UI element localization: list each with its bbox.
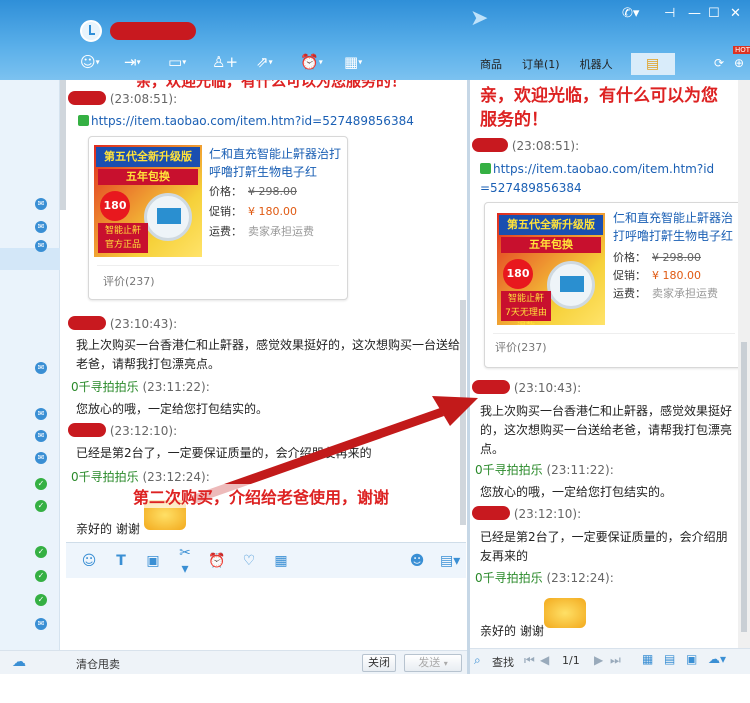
annotation-arrow — [190, 396, 478, 504]
annotation-text: 第二次购买，介绍给老爸使用，谢谢 — [133, 484, 390, 508]
